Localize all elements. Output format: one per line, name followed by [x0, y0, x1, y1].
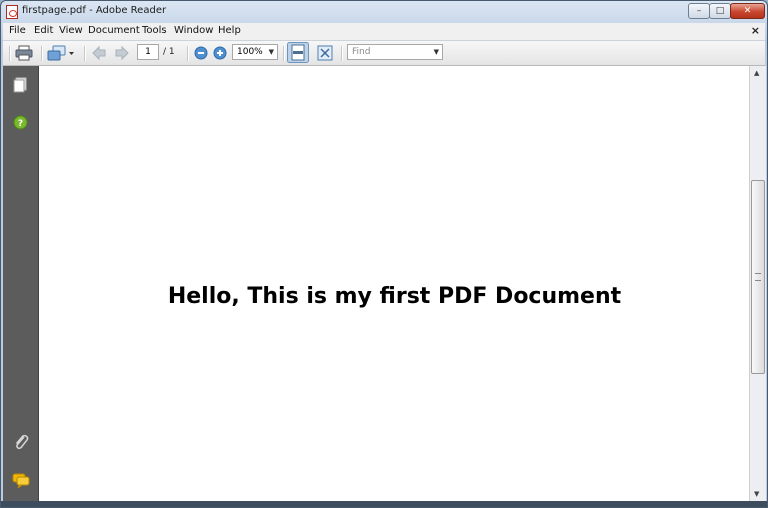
maximize-button[interactable]: □ — [709, 3, 731, 19]
collaborate-icon[interactable] — [47, 45, 75, 61]
menu-bar: File Edit View Document Tools Window Hel… — [3, 23, 765, 41]
chevron-down-icon: ▼ — [268, 48, 274, 56]
zoom-out-icon[interactable] — [194, 45, 208, 61]
full-screen-icon[interactable] — [317, 45, 333, 61]
previous-page-icon[interactable] — [91, 45, 107, 61]
vertical-scrollbar[interactable]: ▲ ▼ — [749, 66, 766, 501]
next-page-icon[interactable] — [114, 45, 130, 61]
toolbar-separator — [41, 46, 43, 61]
pages-icon[interactable] — [13, 77, 27, 93]
comments-icon[interactable] — [12, 472, 30, 488]
grip-icon — [755, 273, 761, 281]
close-document-button[interactable]: × — [751, 24, 760, 37]
zoom-in-icon[interactable] — [213, 45, 227, 61]
toolbar-separator — [187, 46, 189, 61]
page-total-label: / 1 — [163, 47, 175, 57]
menu-file[interactable]: File — [9, 25, 26, 36]
zoom-level-value: 100% — [237, 47, 263, 57]
toolbar-separator — [341, 46, 343, 61]
menu-view[interactable]: View — [59, 25, 83, 36]
menu-tools[interactable]: Tools — [142, 25, 167, 36]
window-title: firstpage.pdf - Adobe Reader — [22, 5, 167, 16]
scroll-up-icon[interactable]: ▲ — [754, 69, 759, 77]
menu-window[interactable]: Window — [174, 25, 213, 36]
menu-edit[interactable]: Edit — [34, 25, 53, 36]
toolbar: 1 / 1 100% ▼ Find ▼ — [3, 41, 765, 66]
scroll-down-icon[interactable]: ▼ — [754, 490, 759, 498]
navigation-sidebar: ? — [3, 66, 38, 501]
toolbar-separator — [84, 46, 86, 61]
menu-document[interactable]: Document — [88, 25, 140, 36]
title-bar[interactable]: firstpage.pdf - Adobe Reader – □ ✕ — [1, 1, 767, 23]
help-icon[interactable]: ? — [13, 115, 28, 130]
page-number-input[interactable]: 1 — [137, 44, 159, 60]
minimize-button[interactable]: – — [688, 3, 710, 19]
chevron-down-icon[interactable]: ▼ — [434, 45, 439, 59]
toolbar-separator — [9, 46, 11, 61]
window-bottom-border — [1, 501, 767, 507]
toolbar-separator — [283, 46, 285, 61]
pdf-file-icon — [6, 5, 18, 19]
attachments-icon[interactable] — [13, 433, 29, 451]
zoom-level-select[interactable]: 100% ▼ — [232, 44, 278, 60]
document-text: Hello, This is my first PDF Document — [167, 284, 622, 309]
document-page[interactable]: Hello, This is my first PDF Document — [38, 66, 750, 501]
svg-text:?: ? — [18, 119, 23, 129]
app-window: firstpage.pdf - Adobe Reader – □ ✕ File … — [0, 0, 768, 508]
close-window-button[interactable]: ✕ — [730, 3, 765, 19]
scroll-thumb[interactable] — [751, 180, 765, 374]
menu-help[interactable]: Help — [218, 25, 241, 36]
fit-page-icon[interactable] — [287, 42, 309, 63]
find-placeholder: Find — [352, 47, 371, 57]
printer-icon[interactable] — [15, 45, 33, 61]
find-input[interactable]: Find ▼ — [347, 44, 443, 60]
